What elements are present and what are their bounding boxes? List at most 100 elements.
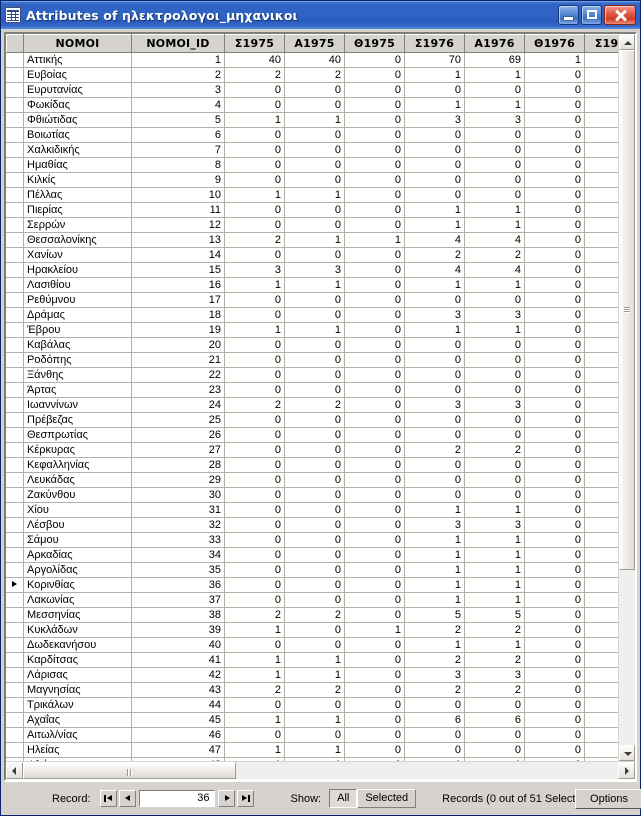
cell-value[interactable]: 1: [284, 112, 345, 128]
cell-value[interactable]: 6: [464, 712, 525, 728]
cell-value[interactable]: 0: [584, 307, 618, 323]
cell-value[interactable]: 0: [404, 457, 465, 473]
cell-value[interactable]: 0: [224, 697, 285, 713]
cell-value[interactable]: 0: [404, 187, 465, 203]
cell-value[interactable]: 0: [284, 127, 345, 143]
cell-name[interactable]: Ξάνθης: [23, 367, 132, 383]
cell-value[interactable]: 0: [344, 607, 405, 623]
row-selector[interactable]: [6, 697, 24, 713]
cell-value[interactable]: 0: [524, 682, 585, 698]
cell-value[interactable]: 1: [584, 112, 618, 128]
cell-value[interactable]: 0: [344, 307, 405, 323]
cell-value[interactable]: 2: [464, 682, 525, 698]
cell-value[interactable]: 0: [284, 142, 345, 158]
cell-value[interactable]: 10: [131, 187, 225, 203]
cell-value[interactable]: 0: [404, 382, 465, 398]
cell-value[interactable]: 1: [224, 667, 285, 683]
cell-value[interactable]: 0: [224, 562, 285, 578]
table-row[interactable]: Μαγνησίας43220220330: [6, 682, 618, 698]
cell-value[interactable]: 0: [464, 742, 525, 758]
cell-value[interactable]: 0: [344, 682, 405, 698]
cell-value[interactable]: 0: [224, 97, 285, 113]
cell-value[interactable]: 1: [524, 52, 585, 68]
cell-value[interactable]: 0: [464, 367, 525, 383]
table-row[interactable]: Κυκλάδων39101220000: [6, 622, 618, 638]
cell-value[interactable]: 3: [404, 307, 465, 323]
cell-value[interactable]: 4: [464, 262, 525, 278]
cell-value[interactable]: 2: [584, 67, 618, 83]
cell-value[interactable]: 1: [464, 637, 525, 653]
cell-value[interactable]: 0: [524, 502, 585, 518]
cell-value[interactable]: 1: [284, 667, 345, 683]
cell-value[interactable]: 0: [344, 727, 405, 743]
cell-value[interactable]: 0: [464, 427, 525, 443]
row-selector[interactable]: [6, 472, 24, 488]
row-selector[interactable]: [6, 757, 24, 761]
cell-value[interactable]: 0: [344, 352, 405, 368]
cell-value[interactable]: 0: [404, 412, 465, 428]
cell-value[interactable]: 0: [284, 247, 345, 263]
cell-value[interactable]: 2: [224, 232, 285, 248]
cell-value[interactable]: 1: [464, 67, 525, 83]
cell-value[interactable]: 0: [524, 307, 585, 323]
cell-name[interactable]: Έβρου: [23, 322, 132, 338]
cell-value[interactable]: 2: [584, 247, 618, 263]
cell-value[interactable]: 0: [524, 337, 585, 353]
cell-value[interactable]: 0: [524, 172, 585, 188]
cell-value[interactable]: 0: [224, 382, 285, 398]
cell-value[interactable]: 31: [131, 502, 225, 518]
show-all-toggle[interactable]: All: [329, 789, 358, 808]
cell-value[interactable]: 0: [344, 562, 405, 578]
cell-value[interactable]: 2: [464, 652, 525, 668]
cell-value[interactable]: 0: [344, 547, 405, 563]
cell-value[interactable]: 20: [131, 337, 225, 353]
cell-value[interactable]: 0: [464, 457, 525, 473]
cell-value[interactable]: 8: [131, 157, 225, 173]
cell-value[interactable]: 3: [284, 262, 345, 278]
cell-value[interactable]: 1: [464, 592, 525, 608]
cell-value[interactable]: 0: [524, 622, 585, 638]
cell-value[interactable]: 0: [464, 382, 525, 398]
cell-value[interactable]: 0: [224, 637, 285, 653]
cell-value[interactable]: 0: [224, 217, 285, 233]
cell-value[interactable]: 2: [404, 682, 465, 698]
cell-value[interactable]: 19: [131, 322, 225, 338]
cell-value[interactable]: 1: [224, 742, 285, 758]
cell-value[interactable]: 1: [284, 232, 345, 248]
cell-value[interactable]: 0: [344, 592, 405, 608]
cell-value[interactable]: 0: [344, 487, 405, 503]
cell-value[interactable]: 5: [464, 607, 525, 623]
cell-name[interactable]: Ροδόπης: [23, 352, 132, 368]
cell-value[interactable]: 33: [131, 532, 225, 548]
cell-value[interactable]: 0: [584, 82, 618, 98]
cell-value[interactable]: 4: [131, 97, 225, 113]
cell-value[interactable]: 0: [524, 562, 585, 578]
cell-name[interactable]: Κεφαλληνίας: [23, 457, 132, 473]
cell-value[interactable]: 0: [344, 367, 405, 383]
cell-value[interactable]: 1: [584, 352, 618, 368]
cell-value[interactable]: 45: [131, 712, 225, 728]
cell-value[interactable]: 0: [284, 427, 345, 443]
cell-value[interactable]: 1: [224, 277, 285, 293]
cell-name[interactable]: Κυκλάδων: [23, 622, 132, 638]
cell-value[interactable]: 0: [524, 727, 585, 743]
cell-value[interactable]: 0: [464, 187, 525, 203]
row-selector[interactable]: [6, 277, 24, 293]
cell-name[interactable]: Δράμας: [23, 307, 132, 323]
cell-value[interactable]: 0: [524, 742, 585, 758]
cell-value[interactable]: 2: [224, 607, 285, 623]
cell-name[interactable]: Αργολίδας: [23, 562, 132, 578]
table-row[interactable]: Θεσσαλονίκης13211440330: [6, 232, 618, 248]
cell-name[interactable]: Ηλείας: [23, 742, 132, 758]
cell-value[interactable]: 0: [584, 277, 618, 293]
cell-value[interactable]: 0: [464, 337, 525, 353]
cell-value[interactable]: 0: [464, 172, 525, 188]
cell-value[interactable]: 0: [284, 457, 345, 473]
cell-value[interactable]: 0: [284, 472, 345, 488]
cell-value[interactable]: 14: [131, 247, 225, 263]
cell-value[interactable]: 0: [224, 592, 285, 608]
cell-name[interactable]: Δωδεκανήσου: [23, 637, 132, 653]
cell-name[interactable]: Πιερίας: [23, 202, 132, 218]
table-row[interactable]: Ηλείας47110000110: [6, 742, 618, 758]
cell-value[interactable]: 1: [404, 277, 465, 293]
